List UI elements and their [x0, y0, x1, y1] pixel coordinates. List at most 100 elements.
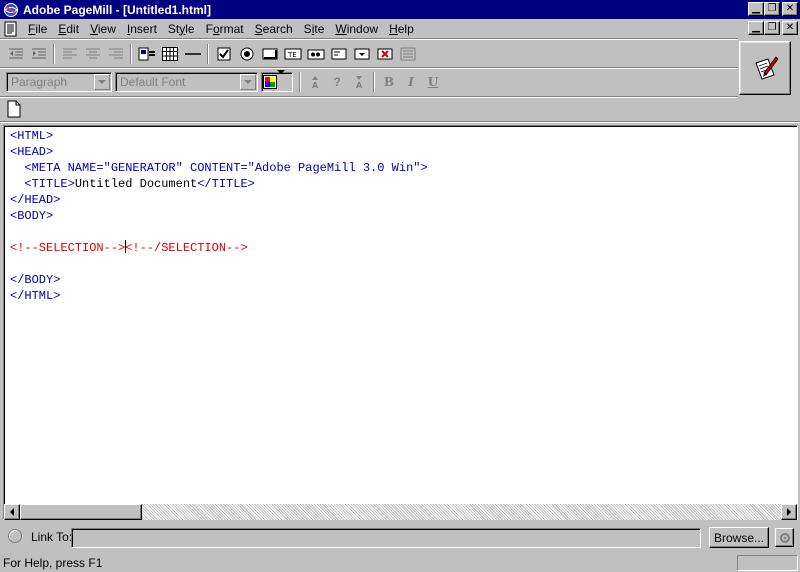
password-field-icon: [307, 49, 324, 60]
insert-table-button[interactable]: [158, 43, 181, 65]
scroll-left-button[interactable]: [4, 504, 20, 520]
insert-checkbox-button[interactable]: [212, 43, 235, 65]
insert-textfield-button[interactable]: [258, 43, 281, 65]
increase-font-button[interactable]: A: [304, 72, 326, 92]
font-value: Default Font: [120, 75, 186, 89]
menu-bar: File Edit View Insert Style Format Search Site W…: [0, 19, 800, 38]
insert-form-button[interactable]: [396, 43, 419, 65]
insert-hidden-button[interactable]: [327, 43, 350, 65]
menu-style[interactable]: Style: [163, 22, 201, 36]
indent-right-button[interactable]: [27, 43, 50, 65]
menu-help[interactable]: Help: [384, 22, 420, 36]
code-line[interactable]: <META NAME="GENERATOR" CONTENT="Adobe Pa…: [10, 160, 427, 176]
page-icon[interactable]: [7, 100, 21, 118]
horizontal-scrollbar[interactable]: [4, 504, 797, 520]
link-to-input[interactable]: [71, 528, 701, 548]
browse-button[interactable]: Browse...: [709, 527, 769, 548]
menu-window[interactable]: Window: [330, 22, 384, 36]
chevron-down-icon[interactable]: [94, 74, 110, 90]
doc-close-button[interactable]: ✕: [782, 21, 798, 35]
code-token: <BODY>: [10, 209, 54, 223]
menu-view[interactable]: View: [85, 22, 122, 36]
color-picker[interactable]: [261, 70, 293, 92]
text-field-icon: [262, 48, 277, 60]
code-line[interactable]: </HEAD>: [10, 192, 428, 208]
insert-popup-button[interactable]: [350, 43, 373, 65]
checkbox-icon: [217, 47, 230, 61]
title-bar[interactable]: Adobe PageMill - [Untitled1.html] ▁ ❐ ✕: [0, 0, 800, 19]
arrow-right-icon: [787, 508, 791, 516]
align-center-button[interactable]: [81, 43, 104, 65]
document-icon[interactable]: [3, 21, 19, 37]
code-line[interactable]: <HEAD>: [10, 144, 428, 160]
chevron-down-icon[interactable]: [277, 70, 291, 90]
italic-button[interactable]: I: [400, 72, 422, 92]
close-button[interactable]: ✕: [782, 2, 798, 16]
pagemill-globe-icon: [4, 2, 18, 17]
scrollbar-track[interactable]: [142, 504, 781, 520]
menu-search[interactable]: Search: [250, 22, 299, 36]
scroll-right-button[interactable]: [781, 504, 797, 520]
link-options-button[interactable]: [775, 528, 794, 547]
paragraph-style-value: Paragraph: [11, 75, 68, 89]
code-line[interactable]: </HTML>: [10, 288, 428, 304]
close-icon: ✕: [785, 22, 795, 33]
doc-restore-button[interactable]: ❐: [764, 21, 780, 35]
horizontal-rule-icon: [184, 53, 201, 55]
menu-site[interactable]: Site: [299, 22, 331, 36]
align-right-button[interactable]: [104, 43, 127, 65]
minimize-icon: ▁: [752, 22, 760, 33]
color-swatch-icon: [263, 75, 277, 89]
popup-menu-icon: [354, 48, 369, 60]
minimize-icon: ▁: [752, 3, 760, 14]
help-button[interactable]: ?: [326, 72, 348, 92]
window-title: Adobe PageMill - [Untitled1.html]: [23, 2, 211, 17]
preview-mode-button[interactable]: [739, 41, 791, 95]
svg-text:TE: TE: [287, 51, 297, 59]
menu-format[interactable]: Format: [201, 22, 250, 36]
toolbar-insert: TE: [4, 42, 419, 66]
align-left-button[interactable]: [58, 43, 81, 65]
arrow-left-icon: [10, 508, 14, 516]
insert-radio-button[interactable]: [235, 43, 258, 65]
code-line[interactable]: <!--SELECTION--><!--/SELECTION-->: [10, 240, 428, 256]
decrease-font-button[interactable]: A: [348, 72, 370, 92]
code-line[interactable]: [10, 224, 428, 240]
italic-icon: I: [408, 75, 414, 89]
doc-minimize-button[interactable]: ▁: [748, 21, 764, 35]
code-line[interactable]: </BODY>: [10, 272, 428, 288]
insert-password-button[interactable]: [304, 43, 327, 65]
status-text: For Help, press F1: [3, 556, 103, 570]
link-target-icon[interactable]: [8, 529, 22, 543]
scrollbar-thumb[interactable]: [20, 504, 142, 520]
code-line[interactable]: <BODY>: [10, 208, 428, 224]
insert-rule-button[interactable]: [181, 43, 204, 65]
edit-mode-pencil-icon: [755, 56, 779, 80]
restore-button[interactable]: ❐: [764, 2, 780, 16]
font-size-down-icon: A: [356, 76, 363, 89]
underline-button[interactable]: U: [422, 72, 444, 92]
insert-image-button[interactable]: [135, 43, 158, 65]
code-line[interactable]: [10, 256, 428, 272]
bold-button[interactable]: B: [378, 72, 400, 92]
text-area-icon: TE: [284, 48, 301, 60]
code-line[interactable]: <TITLE>Untitled Document</TITLE>: [10, 176, 428, 192]
code-token: Untitled Document: [74, 177, 198, 191]
chevron-down-icon[interactable]: [240, 74, 256, 90]
indent-left-button[interactable]: [4, 43, 27, 65]
code-token: </TITLE>: [197, 177, 255, 191]
menu-file[interactable]: File: [23, 22, 53, 36]
code-token: </HTML>: [10, 289, 61, 303]
html-source-editor[interactable]: <HTML> <HEAD> <META NAME="GENERATOR" CONT…: [3, 125, 798, 520]
hidden-field-icon: [331, 48, 346, 60]
insert-textarea-button[interactable]: TE: [281, 43, 304, 65]
source-code[interactable]: <HTML> <HEAD> <META NAME="GENERATOR" CONT…: [10, 128, 428, 304]
paragraph-style-combo[interactable]: Paragraph: [6, 72, 112, 92]
menu-insert[interactable]: Insert: [122, 22, 163, 36]
menu-edit[interactable]: Edit: [53, 22, 85, 36]
font-combo[interactable]: Default Font: [115, 72, 258, 92]
code-line[interactable]: <HTML>: [10, 128, 428, 144]
insert-reset-button[interactable]: [373, 43, 396, 65]
reset-button-icon: [377, 48, 392, 60]
minimize-button[interactable]: ▁: [748, 2, 764, 16]
